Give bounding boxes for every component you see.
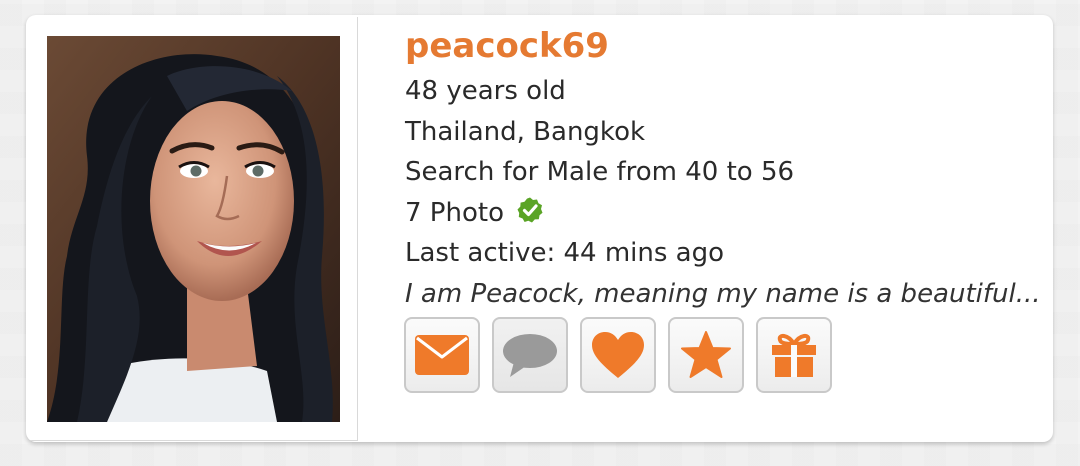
send-gift-button[interactable]	[756, 317, 832, 393]
search-preference-text: Search for Male from 40 to 56	[405, 157, 795, 187]
profile-photo[interactable]	[47, 36, 340, 422]
check-circle-icon	[516, 196, 544, 237]
send-message-button[interactable]	[404, 317, 480, 393]
photos-row: 7 Photo	[405, 193, 1045, 234]
action-buttons	[404, 317, 832, 393]
page: peacock69 48 years old Thailand, Bangkok…	[0, 0, 1080, 466]
like-button[interactable]	[580, 317, 656, 393]
profile-photo-image	[47, 36, 340, 422]
heart-icon	[592, 332, 644, 378]
star-icon	[681, 331, 731, 378]
bio-text: I am Peacock, meaning my name is a beaut…	[405, 278, 1041, 309]
location-text: Thailand, Bangkok	[405, 116, 646, 147]
envelope-icon	[415, 335, 469, 375]
photo-frame	[28, 17, 358, 441]
profile-info: peacock69 48 years old Thailand, Bangkok…	[405, 25, 1045, 314]
chat-button[interactable]	[492, 317, 568, 393]
favorite-button[interactable]	[668, 317, 744, 393]
age-text: 48 years old	[405, 76, 566, 106]
photo-count-text: 7 Photo	[405, 197, 504, 228]
speech-bubble-icon	[503, 334, 557, 377]
username-link[interactable]: peacock69	[405, 25, 1045, 71]
profile-card: peacock69 48 years old Thailand, Bangkok…	[26, 15, 1053, 442]
last-active-text: Last active: 44 mins ago	[405, 238, 725, 268]
gift-icon	[772, 333, 816, 377]
